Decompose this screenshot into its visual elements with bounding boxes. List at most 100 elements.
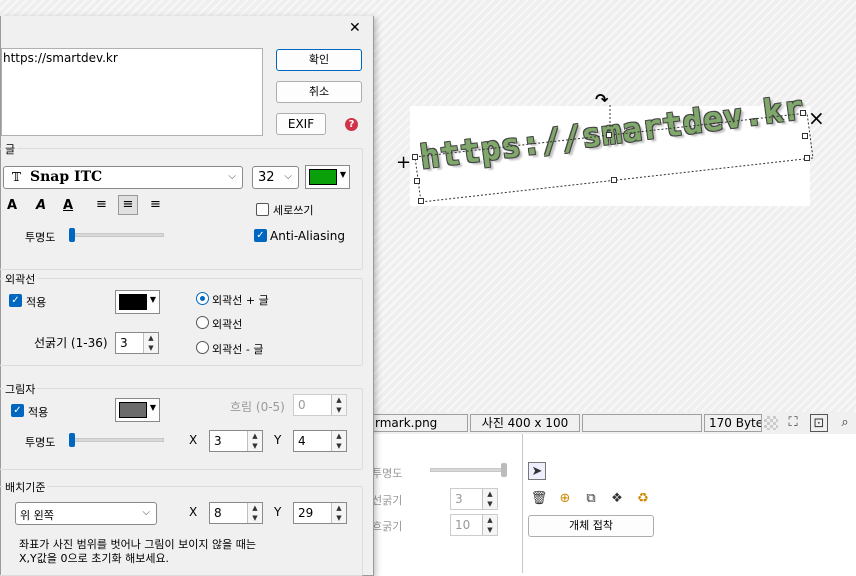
outline-thickness-spinner[interactable]: 3 ▲ ▼ bbox=[115, 332, 159, 354]
panel-line-spinner[interactable]: 3 ▲ ▼ bbox=[450, 488, 498, 510]
panel-blur-spinner[interactable]: 10 ▲ ▼ bbox=[450, 514, 498, 536]
font-size-value: 32 bbox=[258, 170, 275, 185]
text-color-swatch bbox=[309, 169, 337, 185]
panel-opacity-slider[interactable] bbox=[430, 468, 506, 472]
resize-handle-tl[interactable] bbox=[412, 154, 418, 160]
outline-option-label-2: 외곽선 - 글 bbox=[212, 343, 264, 356]
shadow-group-title: 그림자 bbox=[3, 381, 38, 397]
resize-handle-tr[interactable] bbox=[800, 110, 806, 116]
transparency-icon[interactable] bbox=[764, 416, 778, 430]
outline-option-radio-0[interactable] bbox=[196, 292, 209, 305]
exif-button[interactable]: EXIF bbox=[276, 113, 326, 135]
shadow-opacity-label: 투명도 bbox=[25, 436, 56, 449]
watermark-text-input[interactable]: https://smartdev.kr bbox=[1, 48, 263, 136]
vertical-text-label: 세로쓰기 bbox=[273, 204, 314, 217]
anchor-value: 위 왼쪽 bbox=[20, 509, 54, 522]
dialog-close-icon[interactable]: ✕ bbox=[349, 20, 361, 36]
outline-thickness-label: 선굵기 (1-36) bbox=[34, 336, 108, 350]
outline-group bbox=[0, 278, 363, 366]
font-name-select[interactable]: 𝕋 Snap ITC ⌵ bbox=[3, 166, 243, 189]
move-icon[interactable]: + bbox=[396, 152, 411, 173]
anchor-select[interactable]: 위 왼쪽 ⌵ bbox=[15, 502, 157, 525]
position-note-line2: X,Y값을 0으로 초기화 해보세요. bbox=[19, 552, 170, 565]
italic-icon[interactable]: A bbox=[36, 198, 46, 213]
shadow-blur-spinner[interactable]: 0 ▲ ▼ bbox=[293, 394, 347, 416]
panel-blur-label: 흐굵기 bbox=[372, 520, 403, 533]
align-left-icon[interactable]: ≡ bbox=[96, 197, 107, 212]
align-right-icon[interactable]: ≡ bbox=[150, 197, 161, 212]
outline-option-label-1: 외곽선 bbox=[212, 318, 243, 331]
font-type-icon: 𝕋 bbox=[12, 170, 21, 184]
font-opacity-slider[interactable] bbox=[69, 233, 164, 237]
dropdown-arrow-icon: ▼ bbox=[149, 403, 156, 412]
panel-opacity-thumb[interactable] bbox=[501, 463, 507, 477]
shadow-color-picker[interactable]: ▼ bbox=[115, 398, 160, 422]
shadow-x-label: X bbox=[189, 433, 198, 447]
font-opacity-thumb[interactable] bbox=[69, 228, 75, 242]
font-opacity-label: 투명도 bbox=[25, 231, 56, 244]
position-x-spinner[interactable]: 8 ▲ ▼ bbox=[209, 502, 263, 524]
copy-object-icon[interactable]: ⧉ bbox=[582, 490, 600, 508]
outline-color-picker[interactable]: ▼ bbox=[115, 290, 160, 314]
resize-handle-b[interactable] bbox=[611, 177, 617, 183]
trash-icon[interactable]: 🗑 bbox=[530, 490, 548, 508]
panel-opacity-label: 투명도 bbox=[372, 467, 403, 480]
status-bar: rmark.png 사진 400 x 100 170 Bytes ⛶ ⊡ ⌕ bbox=[370, 412, 856, 434]
select-pointer-icon[interactable]: ➤ bbox=[528, 462, 546, 480]
shadow-y-label: Y bbox=[274, 433, 282, 447]
resize-handle-tr2[interactable] bbox=[802, 133, 808, 139]
resize-handle-r[interactable] bbox=[804, 155, 810, 161]
underline-icon[interactable]: A bbox=[63, 198, 73, 213]
outline-group-title: 외곽선 bbox=[3, 271, 38, 287]
outline-option-radio-2[interactable] bbox=[196, 341, 209, 354]
ok-button[interactable]: 확인 bbox=[276, 49, 362, 71]
bold-icon[interactable]: A bbox=[7, 198, 17, 213]
status-image-size: 사진 400 x 100 bbox=[470, 414, 580, 432]
antialias-label: Anti-Aliasing bbox=[270, 229, 345, 243]
shadow-color-swatch bbox=[119, 402, 147, 418]
group-object-icon[interactable]: ❖ bbox=[608, 490, 626, 508]
actual-size-icon[interactable]: ⊡ bbox=[810, 414, 828, 432]
resize-handle-bl[interactable] bbox=[418, 198, 424, 204]
status-filename: rmark.png bbox=[370, 414, 468, 432]
status-empty bbox=[582, 414, 702, 432]
selection-frame[interactable] bbox=[395, 90, 835, 210]
shadow-opacity-thumb[interactable] bbox=[69, 433, 75, 447]
shadow-y-spinner[interactable]: 4 ▲ ▼ bbox=[293, 430, 347, 452]
dropdown-arrow-icon: ▼ bbox=[149, 295, 156, 304]
shadow-apply-checkbox[interactable]: ✓ bbox=[11, 404, 24, 417]
help-icon[interactable]: ? bbox=[345, 118, 358, 131]
antialias-checkbox[interactable]: ✓ bbox=[254, 229, 267, 242]
outline-option-radio-1[interactable] bbox=[196, 316, 209, 329]
text-color-picker[interactable]: ▼ bbox=[305, 165, 350, 189]
align-center-icon[interactable]: ≡ bbox=[118, 195, 138, 215]
object-properties-panel: 투명도 선굵기 3 ▲ ▼ 흐굵기 10 ▲ ▼ ➤ 🗑 ⊕ ⧉ ❖ ♻ 개체 접착 bbox=[370, 434, 856, 573]
reset-object-icon[interactable]: ♻ bbox=[634, 490, 652, 508]
resize-handle-t[interactable] bbox=[606, 132, 612, 138]
shadow-opacity-slider[interactable] bbox=[69, 438, 164, 442]
outline-apply-checkbox[interactable]: ✓ bbox=[9, 294, 22, 307]
outline-apply-label: 적용 bbox=[26, 296, 47, 309]
shadow-apply-label: 적용 bbox=[28, 406, 49, 419]
zoom-icon[interactable]: ⌕ bbox=[836, 414, 854, 432]
cancel-button[interactable]: 취소 bbox=[276, 81, 362, 103]
attach-object-button[interactable]: 개체 접착 bbox=[528, 515, 654, 537]
fit-screen-icon[interactable]: ⛶ bbox=[784, 414, 802, 432]
shadow-blur-label: 흐림 (0-5) bbox=[230, 400, 285, 414]
position-y-label: Y bbox=[274, 505, 282, 519]
panel-line-label: 선굵기 bbox=[372, 494, 403, 507]
rotate-icon[interactable]: ↷ bbox=[595, 90, 608, 109]
dropdown-arrow-icon: ▼ bbox=[339, 170, 346, 179]
position-y-spinner[interactable]: 29 ▲ ▼ bbox=[293, 502, 347, 524]
resize-handle-l[interactable] bbox=[414, 178, 420, 184]
position-group-title: 배치기준 bbox=[3, 479, 48, 495]
delete-object-icon[interactable]: × bbox=[808, 106, 825, 130]
shadow-x-spinner[interactable]: 3 ▲ ▼ bbox=[209, 430, 263, 452]
font-name-value: Snap ITC bbox=[30, 169, 103, 185]
vertical-text-checkbox[interactable] bbox=[256, 203, 269, 216]
add-object-icon[interactable]: ⊕ bbox=[556, 490, 574, 508]
font-size-select[interactable]: 32 ⌵ bbox=[252, 166, 299, 189]
text-watermark-dialog: ✕ https://smartdev.kr 확인 취소 EXIF ? 글 𝕋 S… bbox=[0, 16, 374, 576]
outline-option-label-0: 외곽선 + 글 bbox=[212, 294, 269, 307]
panel-divider bbox=[522, 434, 523, 573]
